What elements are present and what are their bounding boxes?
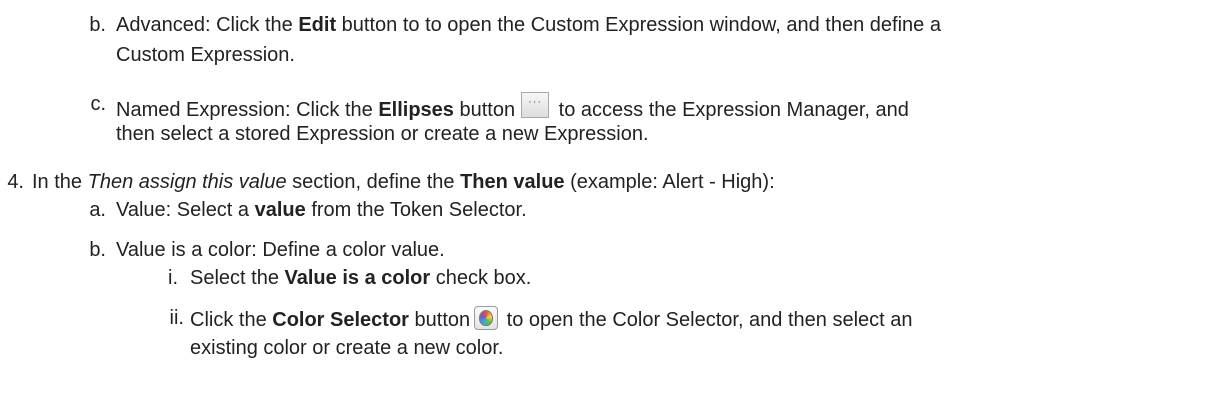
then-value-term: Then value [460, 171, 565, 193]
list-item-text: Value: Select a value from the Token Sel… [116, 199, 527, 221]
edit-term: Edit [298, 14, 337, 36]
list-item-text: Advanced: Click the Edit button to to op… [116, 14, 941, 36]
value-is-a-color-term: Value is a color [284, 267, 431, 289]
ellipsis-button-icon [521, 92, 550, 118]
list-item-text: Click the Color Selector button to open … [190, 306, 913, 332]
list-item-text: Select the Value is a color check box. [190, 267, 532, 289]
list-marker: i. [168, 267, 178, 289]
list-marker: c. [90, 93, 106, 115]
list-item-text: Value is a color: Define a color value. [116, 239, 445, 261]
list-item-text-continued: Custom Expression. [116, 44, 295, 66]
color-selector-icon [474, 306, 499, 330]
list-marker: b. [89, 14, 106, 36]
list-marker: a. [89, 199, 106, 221]
list-item-text: In the Then assign this value section, d… [32, 171, 775, 193]
list-item-text-continued: then select a stored Expression or creat… [116, 123, 649, 145]
color-selector-term: Color Selector [272, 309, 409, 331]
list-item-text: Named Expression: Click the Ellipses but… [116, 92, 909, 122]
list-marker: 4. [7, 171, 24, 193]
list-item-text-continued: existing color or create a new color. [190, 337, 504, 359]
section-name: Then assign this value [87, 171, 287, 193]
value-term: value [254, 199, 306, 221]
list-marker: ii. [169, 307, 184, 329]
ellipses-term: Ellipses [378, 99, 454, 121]
list-marker: b. [89, 239, 106, 261]
